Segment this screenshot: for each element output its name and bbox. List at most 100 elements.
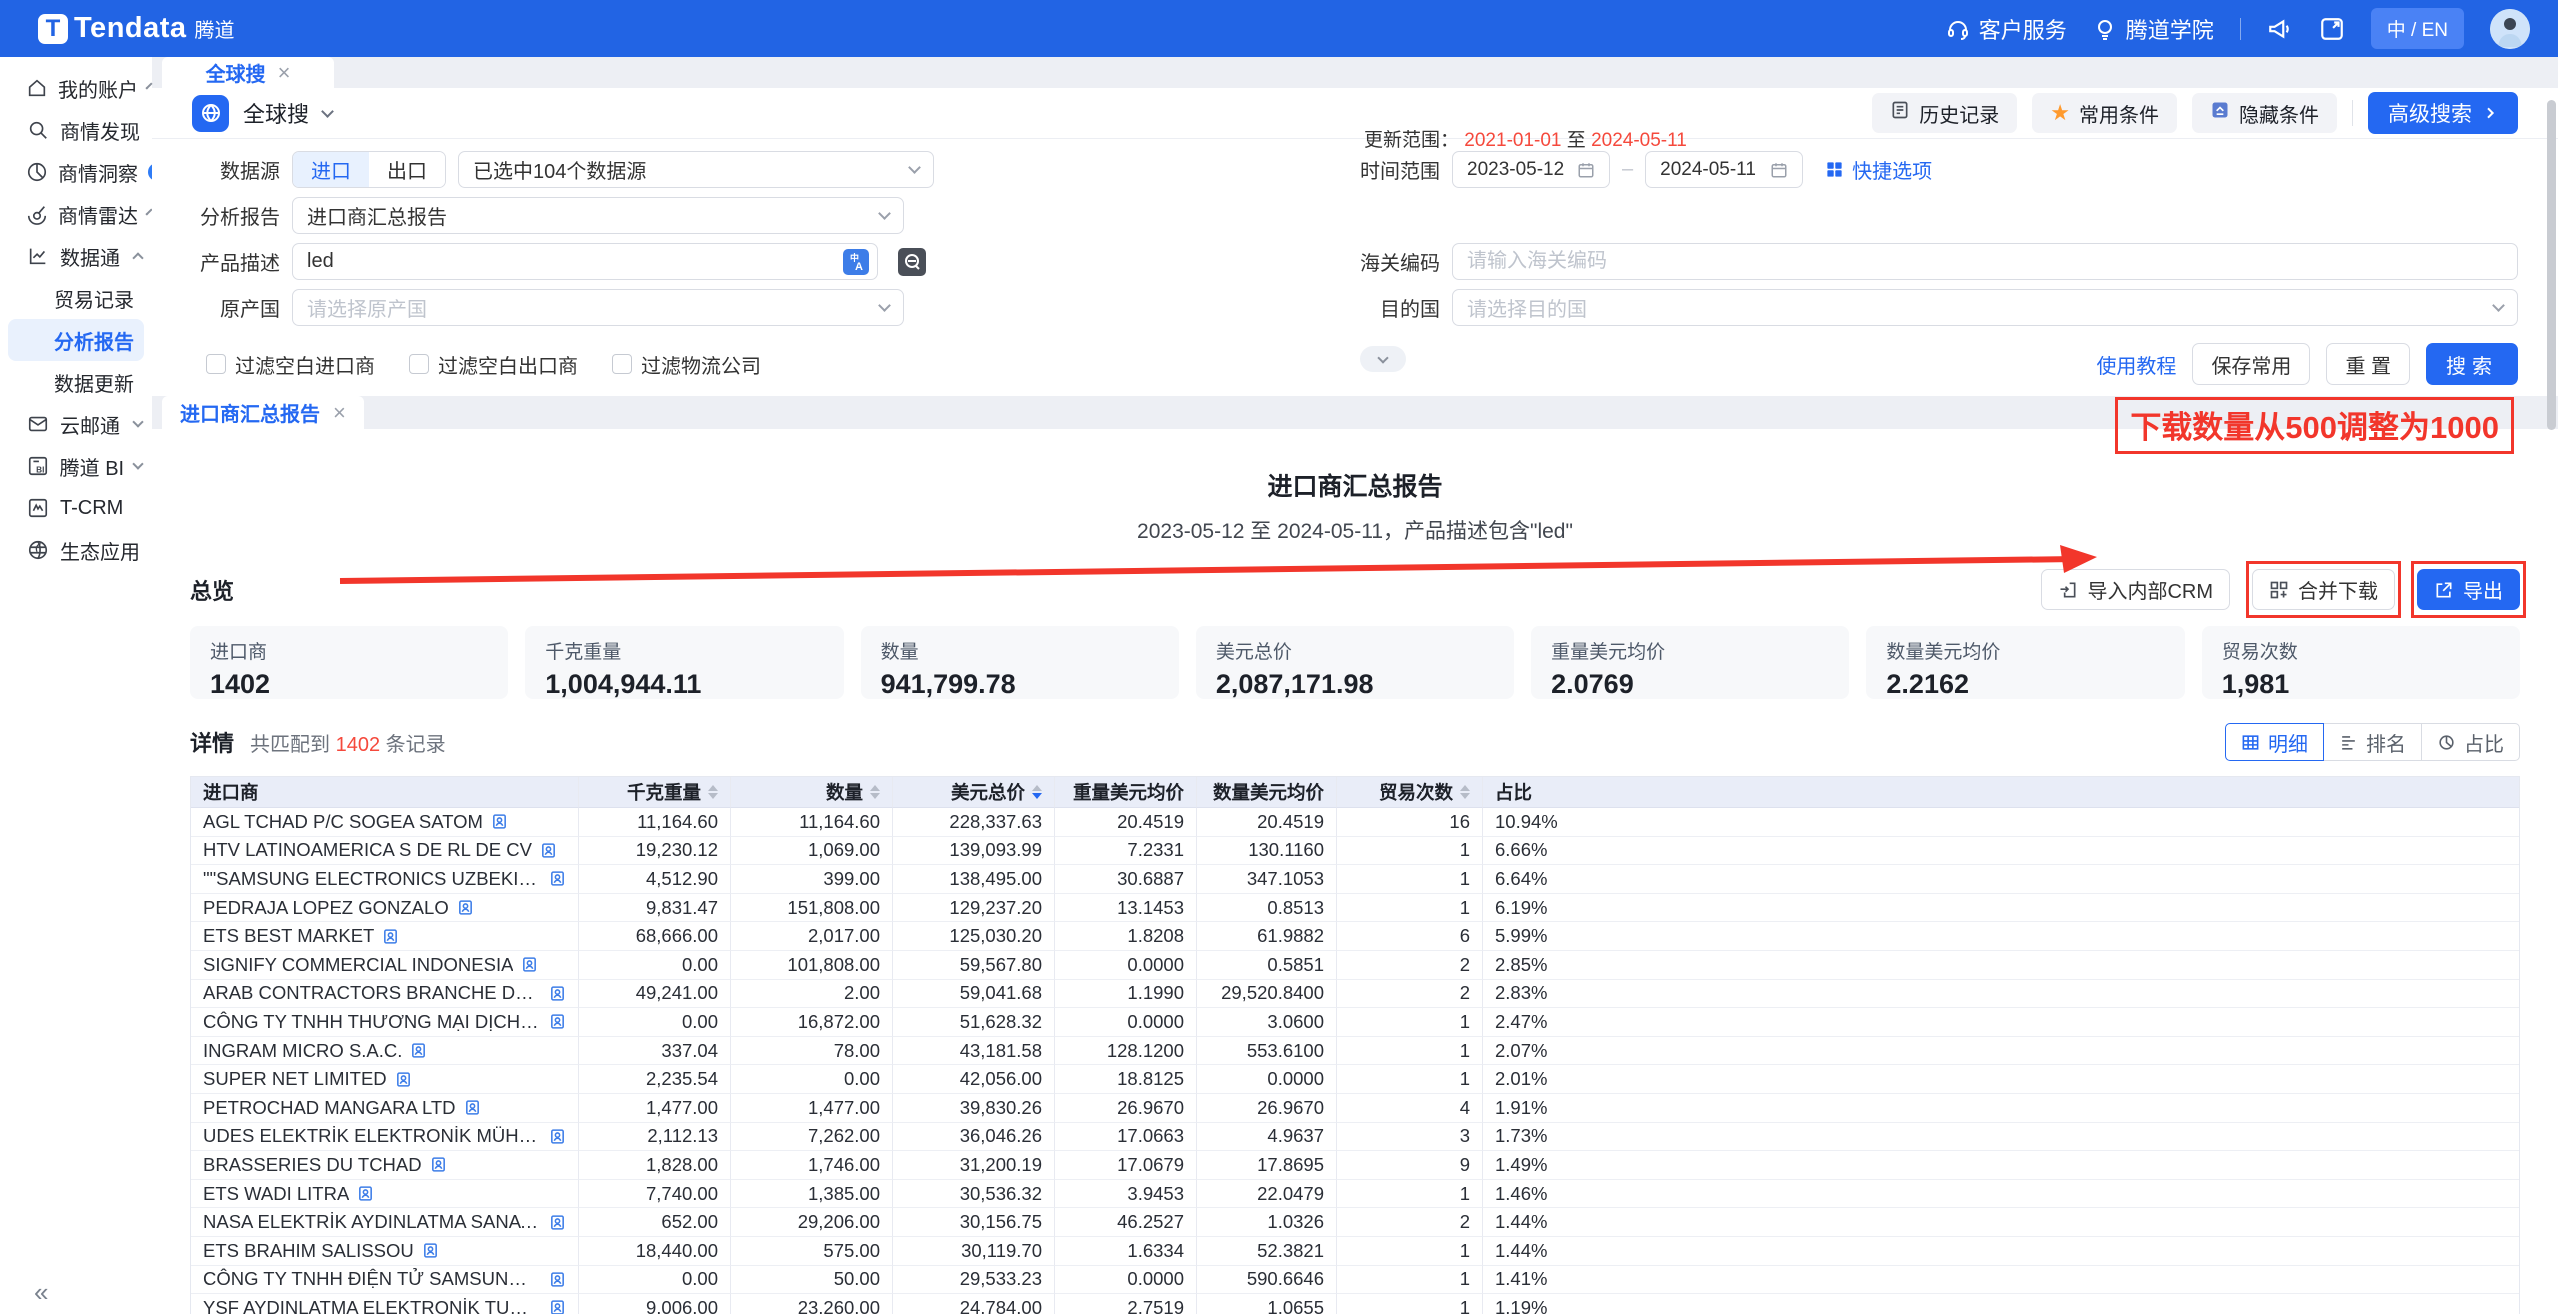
importer-name[interactable]: UDES ELEKTRİK ELEKTRONİK MÜHENDİSLİK SAN… (203, 1125, 541, 1147)
tendata-logo[interactable]: T Tendata 腾道 (38, 12, 235, 45)
report-type-select[interactable]: 进口商汇总报告 (292, 197, 904, 234)
contact-card-icon[interactable] (549, 985, 566, 1002)
avatar[interactable] (2490, 9, 2530, 49)
importer-name[interactable]: HTV LATINOAMERICA S DE RL DE CV (203, 839, 532, 861)
contact-card-icon[interactable] (457, 899, 474, 916)
importer-name[interactable]: INGRAM MICRO S.A.C. (203, 1040, 402, 1062)
close-icon[interactable]: × (278, 60, 291, 86)
importer-name[interactable]: YSF AYDINLATMA ELEKTRONİK TURİZM SANAYİ … (203, 1297, 541, 1314)
sidebar-item-4[interactable]: 数据通 (0, 235, 152, 277)
vertical-scrollbar-thumb[interactable] (2547, 100, 2556, 430)
header-button-0[interactable]: 历史记录 (1872, 93, 2017, 133)
data-source-select[interactable]: 已选中104个数据源 (458, 151, 934, 188)
importer-name[interactable]: CÔNG TY TNHH ĐIỆN TỬ SAMSUNG HCMC CE COM… (203, 1268, 541, 1290)
search-mode-title[interactable]: 全球搜 (243, 97, 309, 129)
sidebar-item-6[interactable]: 分析报告 (8, 319, 144, 361)
view-tab-0[interactable]: 明细 (2225, 723, 2324, 761)
globe-icon[interactable] (192, 95, 229, 132)
importer-name[interactable]: PEDRAJA LOPEZ GONZALO (203, 897, 449, 919)
megaphone-icon[interactable] (2267, 16, 2293, 42)
sidebar-item-1[interactable]: 商情发现 (0, 109, 152, 151)
importer-name[interactable]: ARAB CONTRACTORS BRANCHE DU TCHAD (203, 982, 541, 1004)
dest-country-select[interactable]: 请选择目的国 (1452, 289, 2518, 326)
hs-code-input[interactable] (1452, 243, 2518, 280)
importer-name[interactable]: SIGNIFY COMMERCIAL INDONESIA (203, 954, 513, 976)
sort-icon[interactable] (1032, 785, 1042, 799)
importer-name[interactable]: SUPER NET LIMITED (203, 1068, 387, 1090)
view-tab-2[interactable]: 占比 (2421, 723, 2520, 761)
column-header-3[interactable]: 美元总价 (893, 777, 1055, 808)
reset-button[interactable]: 重 置 (2326, 343, 2410, 385)
contact-card-icon[interactable] (549, 1128, 566, 1145)
contact-card-icon[interactable] (549, 870, 566, 887)
view-tab-1[interactable]: 排名 (2323, 723, 2422, 761)
product-desc-input[interactable] (292, 243, 878, 280)
sidebar-item-2[interactable]: 商情洞察PRO (0, 151, 152, 193)
merge-download-button[interactable]: 合并下载 (2252, 569, 2395, 610)
origin-country-select[interactable]: 请选择原产国 (292, 289, 904, 326)
contact-card-icon[interactable] (395, 1071, 412, 1088)
contact-card-icon[interactable] (549, 1013, 566, 1030)
contact-card-icon[interactable] (464, 1099, 481, 1116)
tab-importer-report[interactable]: 进口商汇总报告 × (162, 396, 364, 429)
importer-name[interactable]: PETROCHAD MANGARA LTD (203, 1097, 456, 1119)
sort-icon[interactable] (1460, 785, 1470, 799)
filter-checkbox-2[interactable]: 过滤物流公司 (612, 350, 761, 379)
date-to-input[interactable]: 2024-05-11 (1645, 151, 1803, 188)
sidebar-item-8[interactable]: 云邮通 (0, 403, 152, 445)
academy-link[interactable]: 腾道学院 (2093, 13, 2214, 45)
sidebar-item-0[interactable]: 我的账户 (0, 67, 152, 109)
contact-card-icon[interactable] (521, 956, 538, 973)
advanced-search-button[interactable]: 高级搜索 (2368, 92, 2518, 134)
sort-icon[interactable] (708, 785, 718, 799)
sidebar-item-11[interactable]: 生态应用 (0, 529, 152, 571)
sidebar-item-3[interactable]: 商情雷达 (0, 193, 152, 235)
import-toggle[interactable]: 进口 (293, 152, 369, 187)
importer-name[interactable]: CÔNG TY TNHH THƯƠNG MẠI DỊCH VỤ ĐIỆN MẠN… (203, 1011, 541, 1033)
export-toggle[interactable]: 出口 (369, 152, 445, 187)
sidebar-item-5[interactable]: 贸易记录 (0, 277, 152, 319)
filter-checkbox-0[interactable]: 过滤空白进口商 (206, 350, 375, 379)
header-button-1[interactable]: ★常用条件 (2032, 93, 2177, 133)
contact-card-icon[interactable] (549, 1271, 566, 1288)
sidebar-item-10[interactable]: T-CRM (0, 487, 152, 529)
column-header-1[interactable]: 千克重量 (579, 777, 731, 808)
sidebar-item-9[interactable]: BI腾道 BI (0, 445, 152, 487)
contact-card-icon[interactable] (382, 928, 399, 945)
tab-global-search[interactable]: 全球搜 × (162, 57, 334, 88)
tutorial-link[interactable]: 使用教程 (2096, 350, 2176, 379)
customer-service-link[interactable]: 客户服务 (1946, 13, 2067, 45)
contact-card-icon[interactable] (422, 1242, 439, 1259)
fullscreen-icon[interactable] (2319, 16, 2345, 42)
date-from-input[interactable]: 2023-05-12 (1452, 151, 1610, 188)
import-crm-button[interactable]: 导入内部CRM (2041, 569, 2230, 610)
collapse-form-button[interactable] (1360, 346, 1406, 372)
importer-name[interactable]: ""SAMSUNG ELECTRONICS UZBEKISTAN"" mas`u… (203, 868, 541, 890)
importer-name[interactable]: BRASSERIES DU TCHAD (203, 1154, 422, 1176)
contact-card-icon[interactable] (549, 1214, 566, 1231)
contact-card-icon[interactable] (357, 1185, 374, 1202)
importer-name[interactable]: ETS BEST MARKET (203, 925, 374, 947)
translate-icon[interactable]: 中A (843, 249, 869, 280)
contact-card-icon[interactable] (540, 842, 557, 859)
column-header-6[interactable]: 贸易次数 (1337, 777, 1483, 808)
importer-name[interactable]: NASA ELEKTRİK AYDINLATMA SANAYİ VE TİCAR… (203, 1211, 541, 1233)
filter-checkbox-1[interactable]: 过滤空白出口商 (409, 350, 578, 379)
header-button-2[interactable]: 隐藏条件 (2192, 93, 2337, 133)
close-icon[interactable]: × (333, 400, 346, 426)
importer-name[interactable]: ETS BRAHIM SALISSOU (203, 1240, 414, 1262)
importer-name[interactable]: ETS WADI LITRA (203, 1183, 349, 1205)
importer-name[interactable]: AGL TCHAD P/C SOGEA SATOM (203, 811, 483, 833)
contact-card-icon[interactable] (491, 813, 508, 830)
quick-options-link[interactable]: 快捷选项 (1825, 155, 1932, 184)
sort-icon[interactable] (870, 785, 880, 799)
export-button[interactable]: 导出 (2417, 569, 2520, 610)
save-favorite-button[interactable]: 保存常用 (2192, 343, 2310, 385)
sidebar-collapse-icon[interactable]: « (34, 1277, 48, 1308)
column-header-2[interactable]: 数量 (731, 777, 893, 808)
contact-card-icon[interactable] (430, 1156, 447, 1173)
search-button[interactable]: 搜索 (2426, 343, 2518, 385)
contact-card-icon[interactable] (410, 1042, 427, 1059)
contact-card-icon[interactable] (549, 1299, 566, 1314)
sidebar-item-7[interactable]: 数据更新 (0, 361, 152, 403)
